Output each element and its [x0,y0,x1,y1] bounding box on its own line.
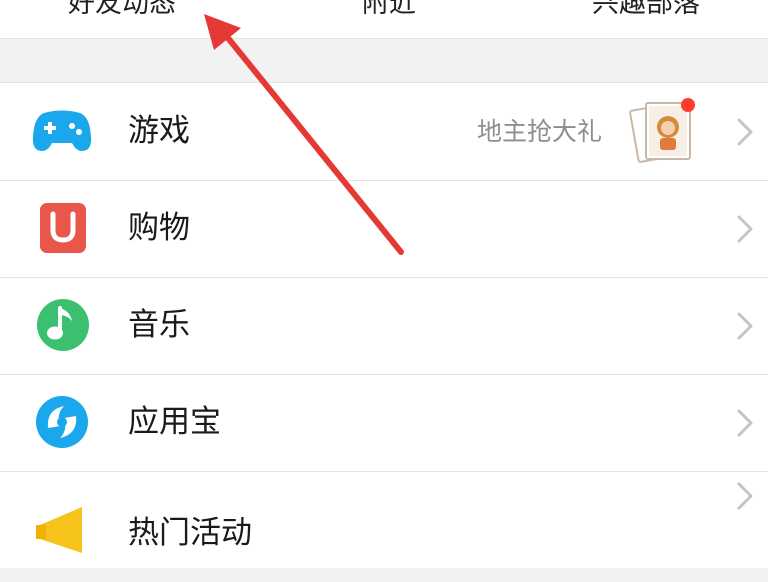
promo-text: 地主抢大礼 [476,117,602,146]
list-item-label: 音乐 [128,307,190,343]
tab-interest-tribes[interactable]: 兴趣部落 [592,0,700,24]
gamepad-icon [32,105,92,157]
tab-friend-updates[interactable]: 好友动态 [68,0,176,24]
list-item-games[interactable]: 游戏 地主抢大礼 [0,83,768,180]
promo-thumbnail [628,95,700,167]
chevron-right-icon [737,409,753,437]
music-note-icon [32,299,92,351]
list-item-app-store[interactable]: 应用宝 [0,374,768,471]
tab-nearby[interactable]: 附近 [362,0,416,24]
chevron-right-icon [737,482,753,510]
megaphone-icon [32,493,92,553]
list-item-label: 应用宝 [128,404,221,440]
chevron-right-icon [737,118,753,146]
chevron-right-icon [737,312,753,340]
discover-list: 游戏 地主抢大礼 购物 音乐 应用宝 热门活动 [0,82,768,568]
top-tab-bar: 好友动态 附近 兴趣部落 [0,0,768,39]
list-item-music[interactable]: 音乐 [0,277,768,374]
list-item-label: 购物 [128,210,190,246]
shopping-bag-icon [32,202,92,254]
list-item-shopping[interactable]: 购物 [0,180,768,277]
list-item-label: 游戏 [128,113,190,149]
chevron-right-icon [737,215,753,243]
list-item-label: 热门活动 [128,515,252,551]
list-item-hot-activities[interactable]: 热门活动 [0,471,768,568]
app-store-icon [32,396,92,448]
